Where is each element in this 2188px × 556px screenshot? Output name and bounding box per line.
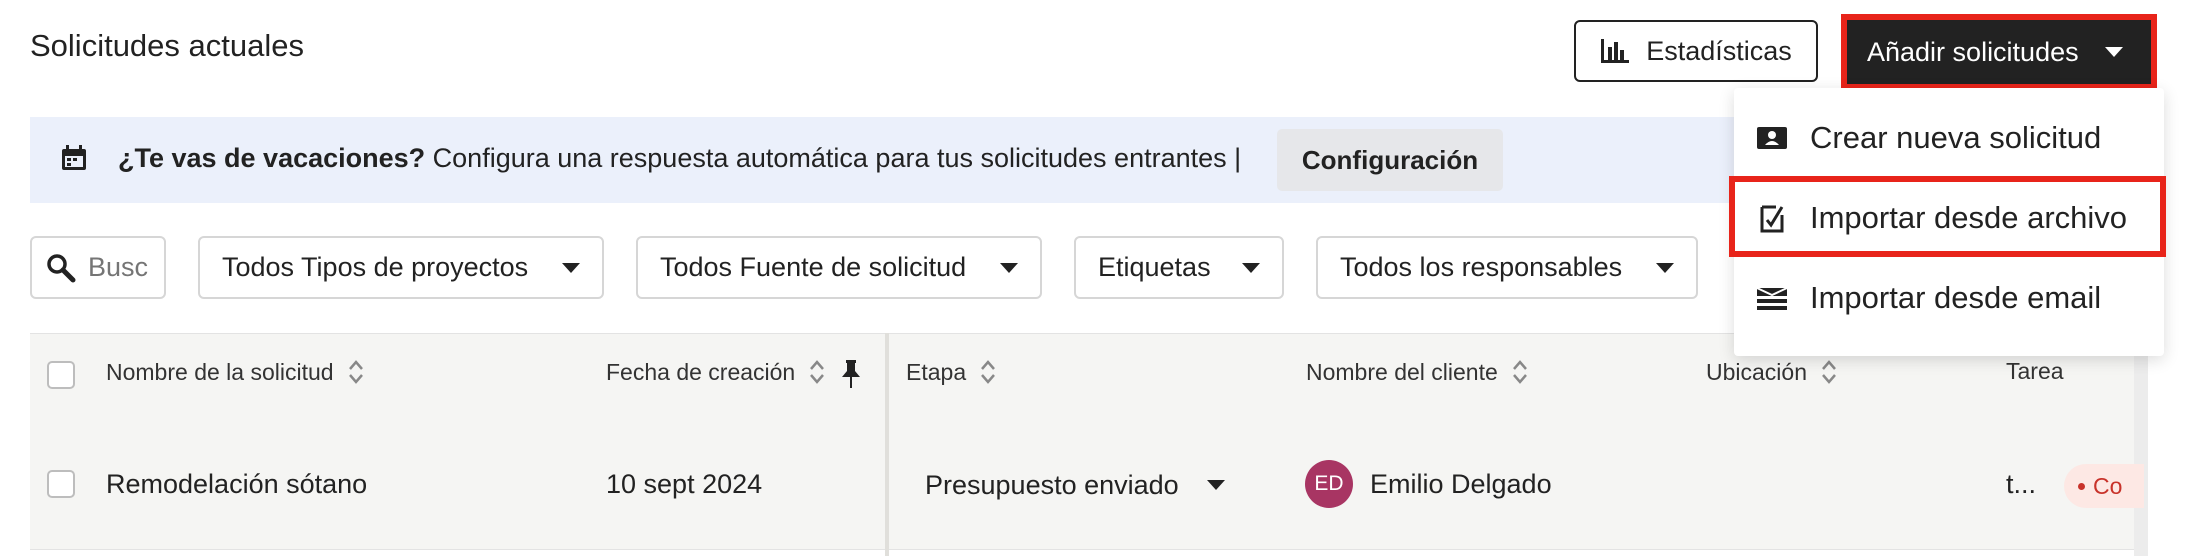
add-requests-label: Añadir solicitudes — [1867, 36, 2079, 67]
page-title: Solicitudes actuales — [30, 28, 304, 63]
column-stage[interactable]: Etapa — [906, 358, 996, 386]
select-all-checkbox[interactable] — [47, 361, 75, 389]
chevron-down-icon — [1207, 480, 1225, 490]
chevron-down-icon — [1000, 262, 1018, 273]
column-label: Nombre del cliente — [1306, 358, 1498, 385]
add-requests-button[interactable]: Añadir solicitudes — [1847, 20, 2151, 84]
owners-filter[interactable]: Todos los responsables — [1316, 236, 1698, 299]
status-dot-icon — [2078, 482, 2085, 490]
banner-description: Configura una respuesta automática para … — [425, 143, 1242, 173]
avatar: ED — [1305, 460, 1353, 508]
status-badge-label: Co — [2093, 472, 2123, 499]
sort-icon — [1822, 360, 1836, 384]
project-types-label: Todos Tipos de proyectos — [222, 252, 529, 282]
search-input[interactable] — [86, 251, 160, 284]
column-creation-date[interactable]: Fecha de creación — [606, 358, 825, 386]
search-icon — [46, 253, 76, 283]
column-label: Ubicación — [1706, 358, 1807, 385]
statistics-button[interactable]: Estadísticas — [1574, 20, 1818, 82]
contact-card-icon — [1756, 124, 1788, 152]
stage-select[interactable]: Presupuesto enviado — [905, 450, 1245, 520]
column-request-name[interactable]: Nombre de la solicitud — [106, 358, 364, 386]
task-cell[interactable]: t... — [2006, 469, 2036, 500]
column-label: Fecha de creación — [606, 358, 796, 385]
project-types-filter[interactable]: Todos Tipos de proyectos — [198, 236, 604, 299]
pinned-column-divider[interactable] — [885, 333, 889, 556]
column-label: Tarea — [2006, 358, 2064, 384]
column-label: Nombre de la solicitud — [106, 358, 334, 385]
sort-icon — [981, 360, 996, 384]
request-source-label: Todos Fuente de solicitud — [660, 252, 967, 282]
file-import-icon — [1756, 201, 1788, 235]
row-checkbox[interactable] — [47, 470, 75, 498]
tags-label: Etiquetas — [1098, 252, 1211, 282]
creation-date-cell: 10 sept 2024 — [606, 469, 763, 499]
client-name-cell[interactable]: Emilio Delgado — [1370, 469, 1552, 500]
tags-filter[interactable]: Etiquetas — [1074, 236, 1284, 299]
calendar-icon — [60, 144, 88, 177]
column-task[interactable]: Tarea — [2006, 358, 2064, 385]
stage-value: Presupuesto enviado — [925, 469, 1179, 500]
pin-icon[interactable] — [840, 359, 862, 394]
column-location[interactable]: Ubicación — [1706, 358, 1837, 386]
chevron-down-icon — [2104, 47, 2123, 57]
configuration-button[interactable]: Configuración — [1277, 129, 1503, 191]
chevron-down-icon — [1656, 262, 1674, 273]
mail-stack-icon — [1756, 284, 1788, 312]
chevron-down-icon — [1242, 262, 1260, 273]
menu-item-label: Importar desde archivo — [1810, 200, 2128, 235]
owners-label: Todos los responsables — [1340, 252, 1623, 282]
menu-item-label: Importar desde email — [1810, 280, 2102, 315]
search-box[interactable] — [30, 236, 166, 299]
bar-chart-icon — [1600, 37, 1630, 65]
sort-icon — [348, 360, 363, 384]
sort-icon — [810, 360, 825, 384]
chevron-down-icon — [562, 262, 580, 273]
sort-icon — [1512, 360, 1527, 384]
column-label: Etapa — [906, 358, 967, 385]
menu-item-import-email[interactable]: Importar desde email — [1756, 280, 2101, 316]
menu-item-create-request[interactable]: Crear nueva solicitud — [1756, 120, 2101, 156]
column-client-name[interactable]: Nombre del cliente — [1306, 358, 1528, 386]
banner-question: ¿Te vas de vacaciones? — [118, 143, 426, 173]
request-name-cell[interactable]: Remodelación sótano — [106, 469, 367, 500]
status-badge: Co — [2064, 464, 2144, 508]
statistics-label: Estadísticas — [1646, 35, 1792, 66]
menu-item-label: Crear nueva solicitud — [1810, 120, 2102, 155]
request-source-filter[interactable]: Todos Fuente de solicitud — [636, 236, 1042, 299]
menu-item-import-file[interactable]: Importar desde archivo — [1756, 200, 2127, 236]
banner-message: ¿Te vas de vacaciones? Configura una res… — [118, 143, 1241, 174]
